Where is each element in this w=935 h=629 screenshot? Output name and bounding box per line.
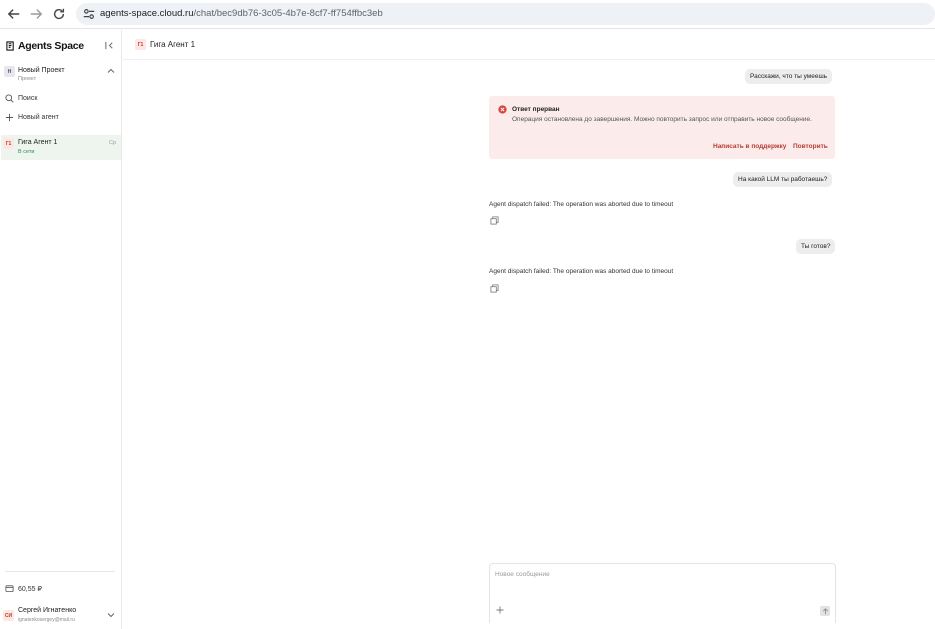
back-button[interactable] <box>5 5 23 23</box>
address-bar[interactable]: agents-space.cloud.ru/chat/bec9db76-3c05… <box>76 3 935 25</box>
sidebar-divider <box>5 571 115 572</box>
project-name: Новый Проект <box>18 67 65 74</box>
balance-value: 60,55 ₽ <box>18 586 42 593</box>
brand[interactable]: Agents Space <box>6 40 84 52</box>
url-text: agents-space.cloud.ru/chat/bec9db76-3c05… <box>100 8 383 19</box>
agent-message: Agent dispatch failed: The operation was… <box>489 268 674 275</box>
user-avatar: СИ <box>3 610 14 621</box>
arrow-right-icon <box>30 9 43 19</box>
agent-last-day: Ср <box>109 140 117 146</box>
agent-avatar: Г1 <box>3 138 14 149</box>
user-message: На какой LLM ты работаешь? <box>733 172 833 187</box>
arrow-up-icon <box>822 607 828 614</box>
chevron-down-icon[interactable] <box>107 611 115 619</box>
agent-avatar: Г1 <box>135 39 146 50</box>
agent-name: Гига Агент 1 <box>18 139 58 146</box>
send-button[interactable] <box>820 606 830 616</box>
error-message: Ответ прерван Операция остановлена до за… <box>489 96 835 159</box>
reload-button[interactable] <box>50 5 68 23</box>
copy-icon[interactable] <box>490 284 499 293</box>
error-icon <box>498 105 507 114</box>
user-message: Расскажи, что ты умеешь <box>745 69 833 84</box>
project-subtitle: Проект <box>18 76 37 82</box>
chevron-up-icon[interactable] <box>107 67 115 75</box>
agent-status: В сети <box>18 149 35 155</box>
sidebar-item-agent[interactable]: Г1 Гига Агент 1 В сети Ср <box>1 135 121 160</box>
user-name: Сергей Игнатенко <box>18 607 77 614</box>
user-message: Ты готов? <box>796 239 836 254</box>
support-link[interactable]: Написать в поддержку <box>713 143 786 150</box>
agents-space-logo-icon <box>6 41 14 51</box>
wallet-icon <box>5 585 14 593</box>
copy-icon[interactable] <box>490 216 499 225</box>
user-email: ignatenkosergey@mail.ru <box>18 617 75 623</box>
brand-name: Agents Space <box>18 40 84 52</box>
attach-plus-icon[interactable] <box>496 606 504 614</box>
sidebar-item-search[interactable]: Поиск <box>3 92 118 106</box>
project-selector[interactable]: Н Новый Проект Проект <box>3 65 118 84</box>
message-input[interactable]: Новое сообщение <box>495 571 550 578</box>
error-title: Ответ прерван <box>512 106 560 113</box>
agent-message: Agent dispatch failed: The operation was… <box>489 201 674 208</box>
plus-icon <box>5 113 14 122</box>
sidebar-item-new-agent[interactable]: Новый агент <box>3 111 118 125</box>
chat-header: Г1 Гига Агент 1 <box>123 30 935 60</box>
message-composer[interactable]: Новое сообщение <box>489 563 836 623</box>
site-settings-icon[interactable] <box>82 7 96 21</box>
error-description: Операция остановлена до завершения. Можн… <box>512 116 812 123</box>
browser-toolbar: agents-space.cloud.ru/chat/bec9db76-3c05… <box>0 0 935 29</box>
chat-title: Гига Агент 1 <box>150 40 196 49</box>
sidebar: Agents Space Н Новый Проект Проект Поиск… <box>0 30 122 629</box>
collapse-sidebar-icon[interactable] <box>104 40 115 51</box>
retry-link[interactable]: Повторить <box>793 143 828 150</box>
arrow-left-icon <box>7 9 20 19</box>
sidebar-item-label: Поиск <box>18 95 38 102</box>
sidebar-item-label: Новый агент <box>18 114 59 121</box>
user-menu[interactable]: СИ Сергей Игнатенко ignatenkosergey@mail… <box>1 605 121 627</box>
search-icon <box>5 94 14 103</box>
forward-button[interactable] <box>27 5 45 23</box>
reload-icon <box>53 8 65 20</box>
project-avatar: Н <box>4 66 15 77</box>
